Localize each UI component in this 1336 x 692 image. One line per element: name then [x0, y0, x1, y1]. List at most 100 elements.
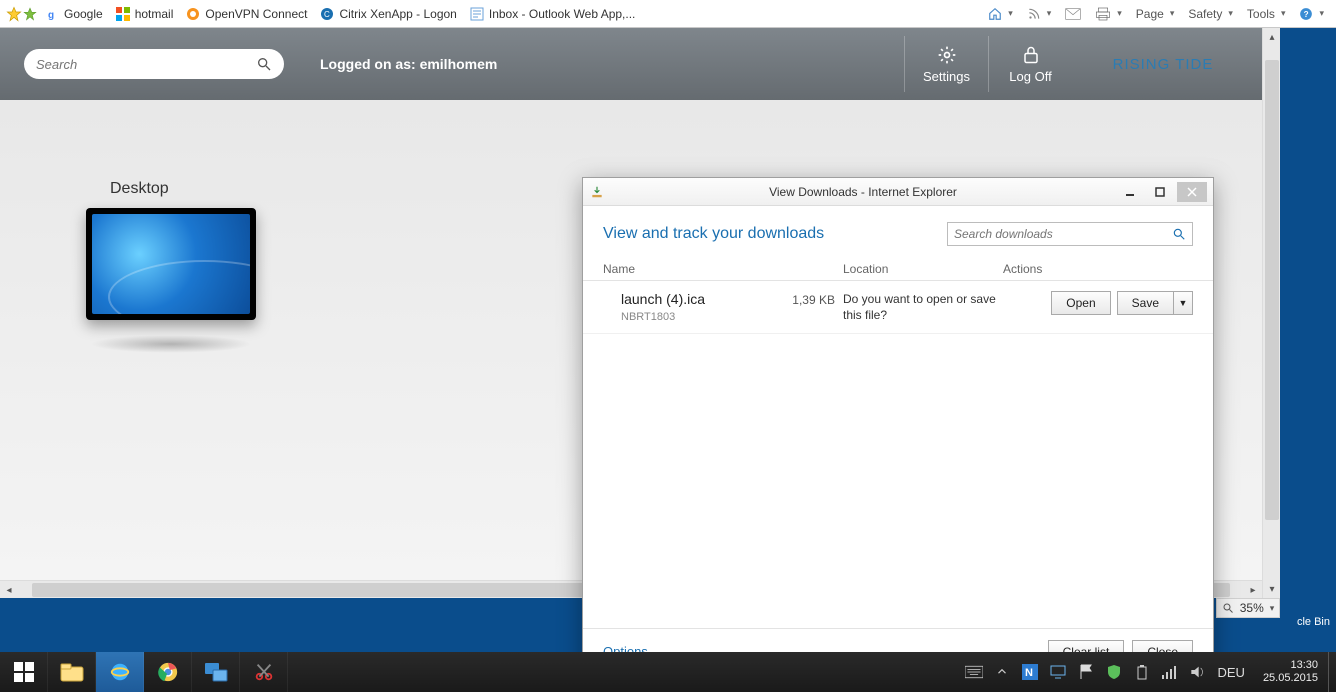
save-button-label[interactable]: Save [1118, 292, 1174, 314]
fav-google[interactable]: g Google [38, 4, 109, 24]
download-manager-icon [589, 184, 605, 200]
download-source: NBRT1803 [621, 311, 843, 323]
favorites-star-icon[interactable] [6, 6, 22, 22]
print-menu[interactable] [1089, 5, 1128, 23]
downloads-columns: Name Location Actions [583, 256, 1213, 281]
settings-button[interactable]: Settings [904, 36, 988, 92]
save-split-button[interactable]: Save ▼ [1117, 291, 1193, 315]
tray-volume-icon[interactable] [1189, 663, 1207, 681]
svg-text:C: C [324, 10, 330, 19]
downloads-search[interactable] [947, 222, 1193, 246]
scroll-left-icon[interactable]: ◂ [0, 581, 18, 599]
gear-icon [937, 45, 957, 65]
safety-menu[interactable]: Safety [1182, 5, 1239, 23]
system-tray: N DEU [957, 652, 1252, 692]
logged-on-prefix: Logged on as: [320, 56, 420, 72]
tray-flag-icon[interactable] [1077, 663, 1095, 681]
search-input[interactable] [36, 57, 256, 72]
safety-menu-label: Safety [1188, 7, 1222, 21]
tray-n-icon[interactable]: N [1021, 663, 1039, 681]
show-desktop-button[interactable] [1328, 652, 1336, 692]
settings-label: Settings [923, 69, 970, 84]
task-chrome[interactable] [144, 652, 192, 692]
citrix-icon: C [319, 6, 335, 22]
downloads-dialog: View Downloads - Internet Explorer View … [582, 177, 1214, 675]
fav-label: OpenVPN Connect [205, 7, 307, 21]
col-actions: Actions [1003, 262, 1193, 276]
help-menu[interactable]: ? [1293, 5, 1330, 23]
lock-icon [1022, 45, 1040, 65]
tile-shadow [90, 335, 252, 353]
vertical-scrollbar[interactable]: ▴ ▾ [1262, 28, 1280, 598]
fav-openvpn[interactable]: OpenVPN Connect [179, 4, 313, 24]
tray-shield-icon[interactable] [1105, 663, 1123, 681]
desktop-background-strip: cle Bin [1280, 28, 1336, 652]
search-icon[interactable] [256, 56, 272, 72]
page-menu-label: Page [1136, 7, 1164, 21]
task-internet-explorer[interactable] [96, 652, 144, 692]
google-icon: g [44, 6, 60, 22]
fav-label: hotmail [135, 7, 174, 21]
mail-menu[interactable] [1059, 6, 1087, 22]
clock-date: 25.05.2015 [1263, 672, 1318, 685]
download-prompt: Do you want to open or save this file? [843, 291, 1003, 323]
svg-text:g: g [48, 10, 54, 21]
open-button[interactable]: Open [1051, 291, 1110, 315]
zoom-icon [1222, 602, 1234, 614]
tools-menu-label: Tools [1247, 7, 1275, 21]
zoom-control[interactable]: 35% [1216, 598, 1280, 618]
search-icon[interactable] [1172, 227, 1186, 241]
desktop-tile[interactable] [86, 208, 256, 320]
close-button[interactable] [1177, 182, 1207, 202]
scroll-thumb[interactable] [1265, 60, 1279, 520]
tools-menu[interactable]: Tools [1241, 5, 1292, 23]
download-row[interactable]: launch (4).ica NBRT1803 1,39 KB Do you w… [583, 281, 1213, 334]
downloads-search-input[interactable] [954, 227, 1172, 241]
scroll-right-icon[interactable]: ▸ [1244, 581, 1262, 599]
logged-on-text: Logged on as: emilhomem [320, 56, 497, 72]
task-file-explorer[interactable] [48, 652, 96, 692]
scroll-down-icon[interactable]: ▾ [1263, 580, 1281, 598]
home-menu[interactable] [982, 5, 1019, 23]
tray-power-icon[interactable] [1133, 663, 1151, 681]
col-name: Name [603, 262, 843, 276]
fav-label: Citrix XenApp - Logon [339, 7, 456, 21]
task-snipping-tool[interactable] [240, 652, 288, 692]
keyboard-icon[interactable] [965, 663, 983, 681]
dialog-titlebar[interactable]: View Downloads - Internet Explorer [583, 178, 1213, 206]
openvpn-icon [185, 6, 201, 22]
fav-hotmail[interactable]: hotmail [109, 4, 180, 24]
citrix-search[interactable] [24, 49, 284, 79]
fav-owa[interactable]: Inbox - Outlook Web App,... [463, 4, 642, 24]
add-favorite-icon[interactable] [22, 6, 38, 22]
page-menu[interactable]: Page [1130, 5, 1181, 23]
chevron-down-icon[interactable]: ▼ [1174, 292, 1192, 314]
dialog-title: View Downloads - Internet Explorer [611, 185, 1115, 199]
windows-taskbar: N DEU 13:30 25.05.2015 [0, 652, 1336, 692]
ie-command-bar: Page Safety Tools ? [982, 5, 1330, 23]
tray-monitor-icon[interactable] [1049, 663, 1067, 681]
tray-signal-icon[interactable] [1161, 663, 1179, 681]
svg-text:N: N [1025, 667, 1033, 679]
col-location: Location [843, 262, 1003, 276]
brand-text: RISING TIDE [1113, 56, 1214, 73]
tray-overflow-icon[interactable] [993, 663, 1011, 681]
clock-time: 13:30 [1290, 659, 1318, 672]
logoff-button[interactable]: Log Off [988, 36, 1072, 92]
hotmail-icon [115, 6, 131, 22]
dialog-heading: View and track your downloads [603, 225, 824, 243]
fav-citrix[interactable]: C Citrix XenApp - Logon [313, 4, 462, 24]
taskbar-clock[interactable]: 13:30 25.05.2015 [1253, 652, 1328, 692]
task-remote-desktop[interactable] [192, 652, 240, 692]
minimize-button[interactable] [1115, 182, 1145, 202]
svg-text:?: ? [1304, 9, 1309, 18]
tray-language[interactable]: DEU [1217, 663, 1244, 681]
ie-favorites-bar: g Google hotmail OpenVPN Connect C Citri… [0, 0, 1336, 28]
recycle-bin-label[interactable]: cle Bin [1297, 616, 1330, 628]
start-button[interactable] [0, 652, 48, 692]
scroll-up-icon[interactable]: ▴ [1263, 28, 1281, 46]
fav-label: Google [64, 7, 103, 21]
fav-label: Inbox - Outlook Web App,... [489, 7, 636, 21]
feeds-menu[interactable] [1021, 5, 1058, 23]
maximize-button[interactable] [1145, 182, 1175, 202]
